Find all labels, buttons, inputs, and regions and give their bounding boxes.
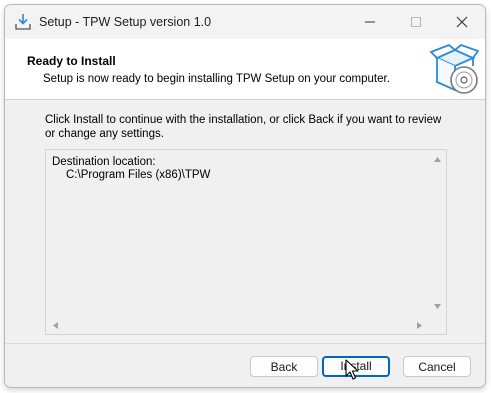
title-bar[interactable]: Setup - TPW Setup version 1.0 xyxy=(5,5,485,39)
mouse-pointer-icon xyxy=(345,359,359,381)
wizard-header: Ready to Install Setup is now ready to b… xyxy=(5,39,485,100)
memo-label: Destination location: xyxy=(52,156,156,168)
vertical-scrollbar[interactable] xyxy=(429,150,446,316)
close-icon xyxy=(456,16,468,28)
ready-memo[interactable]: Destination location: C:\Program Files (… xyxy=(45,149,447,335)
horizontal-scrollbar[interactable] xyxy=(46,317,429,334)
destination-path: C:\Program Files (x86)\TPW xyxy=(66,169,211,181)
cancel-button[interactable]: Cancel xyxy=(403,356,471,377)
scroll-left-icon[interactable] xyxy=(53,322,58,329)
scroll-corner xyxy=(429,317,446,334)
setup-box-disc-icon xyxy=(429,43,480,96)
page-subtitle: Setup is now ready to begin installing T… xyxy=(43,73,390,85)
download-install-icon xyxy=(14,13,32,31)
window-title: Setup - TPW Setup version 1.0 xyxy=(39,15,212,29)
setup-window: Setup - TPW Setup version 1.0 Ready to I… xyxy=(4,4,486,388)
page-title: Ready to Install xyxy=(27,54,116,68)
scroll-up-icon[interactable] xyxy=(434,157,441,162)
minimize-icon xyxy=(365,21,375,23)
maximize-button[interactable] xyxy=(393,5,439,39)
scroll-down-icon[interactable] xyxy=(434,304,441,309)
back-button[interactable]: Back xyxy=(250,356,318,377)
footer-divider xyxy=(5,343,485,344)
maximize-icon xyxy=(411,17,421,27)
close-button[interactable] xyxy=(439,5,485,39)
scroll-right-icon[interactable] xyxy=(417,322,422,329)
minimize-button[interactable] xyxy=(347,5,393,39)
install-instructions: Click Install to continue with the insta… xyxy=(45,114,442,140)
